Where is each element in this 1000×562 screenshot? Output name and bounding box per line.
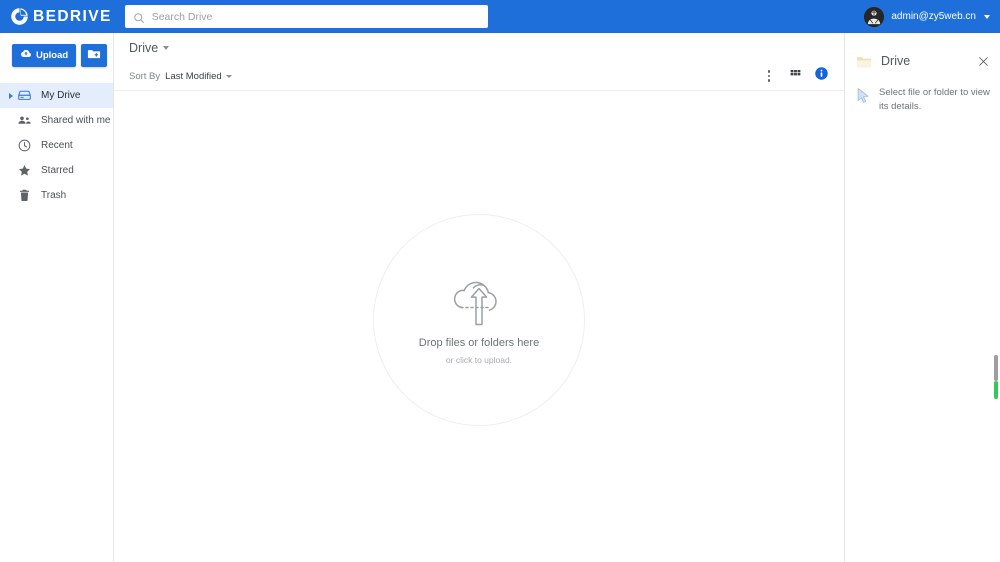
details-panel-header: Drive — [845, 47, 1000, 76]
search-input[interactable] — [151, 10, 480, 23]
cloud-upload-outline-icon — [448, 274, 510, 326]
dropzone-subtitle: or click to upload. — [445, 355, 513, 366]
scroll-thumb[interactable] — [994, 381, 998, 399]
folder-icon — [856, 55, 872, 69]
sort-by-value: Last Modified — [165, 70, 222, 82]
app-logo-text: BEDRIVE — [33, 7, 112, 25]
details-empty-text: Select file or folder to view its detail… — [879, 87, 990, 112]
sidebar-item-my-drive[interactable]: My Drive — [0, 83, 113, 108]
sort-by-dropdown[interactable]: Last Modified — [165, 71, 232, 82]
breadcrumb-label: Drive — [129, 40, 159, 55]
upload-button[interactable]: Upload — [12, 44, 77, 67]
sidebar-item-starred[interactable]: Starred — [0, 158, 113, 183]
breadcrumb-bar: Drive — [114, 33, 844, 62]
search-bar[interactable] — [124, 5, 488, 28]
details-empty-state: Select file or folder to view its detail… — [845, 76, 1000, 114]
sidebar-item-label: Shared with me — [41, 114, 111, 126]
sort-bar: Sort By Last Modified — [114, 62, 844, 91]
kebab-menu-icon — [767, 70, 771, 82]
sidebar-item-shared-with-me[interactable]: Shared with me — [0, 108, 113, 133]
trash-icon — [16, 188, 32, 204]
sidebar: Upload My Drive Shared with me Recent St… — [0, 33, 114, 562]
app-logo[interactable]: BEDRIVE — [10, 7, 112, 26]
new-folder-button[interactable] — [81, 44, 108, 67]
top-navigation-bar: BEDRIVE Search Drive admin@zy5web.cn — [0, 0, 1000, 33]
sidebar-item-label: Recent — [41, 139, 73, 151]
sort-by-label: Sort By — [129, 70, 161, 82]
upload-button-label: Upload — [36, 50, 69, 61]
chevron-down-icon — [984, 14, 990, 19]
sidebar-item-label: My Drive — [41, 89, 81, 101]
avatar — [864, 6, 885, 27]
new-folder-plus-icon — [87, 47, 101, 64]
grid-view-icon — [789, 67, 802, 85]
details-panel-title: Drive — [881, 54, 911, 69]
sidebar-item-label: Starred — [41, 164, 74, 176]
file-area: Drive Sort By Last Modified Drop files o… — [114, 33, 845, 562]
people-icon — [16, 113, 32, 129]
overflow-menu-button[interactable] — [758, 65, 780, 87]
dropzone-container: Drop files or folders here or click to u… — [114, 91, 844, 562]
bedrive-app: BEDRIVE Search Drive admin@zy5web.cn Upl… — [0, 0, 1000, 562]
mouse-cursor-icon — [856, 87, 871, 104]
chevron-down-icon — [225, 74, 232, 78]
file-dropzone[interactable]: Drop files or folders here or click to u… — [373, 213, 585, 426]
clock-icon — [16, 138, 32, 154]
scroll-indicator[interactable] — [994, 355, 998, 399]
drive-icon — [16, 88, 32, 104]
search-icon — [133, 11, 145, 23]
details-panel: Drive Select file or folder to view its … — [845, 33, 1000, 562]
user-menu[interactable]: admin@zy5web.cn — [864, 6, 992, 27]
sidebar-item-label: Trash — [41, 189, 67, 201]
scroll-track[interactable] — [994, 355, 998, 381]
expand-triangle-icon[interactable] — [6, 92, 16, 99]
cloud-upload-icon — [20, 48, 32, 63]
sidebar-item-trash[interactable]: Trash — [0, 183, 113, 208]
bedrive-circle-logo-icon — [10, 7, 29, 26]
dropzone-title: Drop files or folders here — [418, 337, 540, 350]
sidebar-item-recent[interactable]: Recent — [0, 133, 113, 158]
app-body: Upload My Drive Shared with me Recent St… — [0, 33, 1000, 562]
breadcrumb[interactable]: Drive — [129, 40, 170, 55]
chevron-down-icon — [163, 45, 170, 50]
grid-view-toggle-button[interactable] — [784, 65, 806, 87]
info-circle-icon — [814, 66, 829, 86]
close-icon[interactable] — [975, 54, 991, 70]
sidebar-actions: Upload — [0, 44, 113, 67]
user-email-label: admin@zy5web.cn — [891, 10, 976, 22]
star-icon — [16, 163, 32, 179]
details-info-button[interactable] — [810, 65, 832, 87]
